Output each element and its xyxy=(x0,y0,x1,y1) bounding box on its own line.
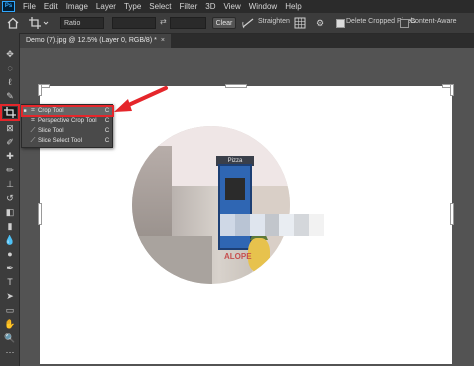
photo-payphone xyxy=(218,164,252,250)
menu-3d[interactable]: 3D xyxy=(201,0,219,13)
gradient-tool-icon[interactable]: ▮ xyxy=(3,221,17,232)
menu-filter[interactable]: Filter xyxy=(176,0,202,13)
crop-handle-left[interactable] xyxy=(38,203,42,225)
annotation-arrow xyxy=(114,86,168,112)
ratio-width-input[interactable] xyxy=(112,17,156,29)
clear-button[interactable]: Clear xyxy=(212,17,236,29)
quick-selection-tool-icon[interactable]: ✎ xyxy=(3,91,17,102)
crop-tool-preset-icon[interactable] xyxy=(28,16,50,30)
slice-select-icon: ⟋ xyxy=(30,137,36,144)
delete-cropped-pixels-checkbox[interactable] xyxy=(336,19,345,28)
crop-handle-top-right-vertical[interactable] xyxy=(450,84,454,96)
menu-type[interactable]: Type xyxy=(120,0,145,13)
menu-edit[interactable]: Edit xyxy=(40,0,62,13)
dodge-tool-icon[interactable]: ● xyxy=(3,249,17,260)
flyout-item-crop-tool[interactable]: ■ ⌗ Crop Tool C xyxy=(21,105,114,117)
menu-bar: Ps File Edit Image Layer Type Select Fil… xyxy=(0,0,474,13)
menu-window[interactable]: Window xyxy=(245,0,281,13)
ratio-select[interactable]: Ratio xyxy=(60,17,104,29)
photo-graffiti: ALOPE xyxy=(224,252,252,261)
perspective-crop-icon: ⌗ xyxy=(31,117,35,124)
flyout-item-slice-select-tool[interactable]: ⟋ Slice Select Tool C xyxy=(22,136,112,146)
rectangle-tool-icon[interactable]: ▭ xyxy=(3,305,17,316)
ratio-height-input[interactable] xyxy=(170,17,206,29)
eraser-tool-icon[interactable]: ◧ xyxy=(3,207,17,218)
home-icon[interactable] xyxy=(6,16,20,30)
options-bar: Ratio ⇄ Clear Straighten ⚙ Delete Croppe… xyxy=(0,13,474,34)
straighten-icon[interactable] xyxy=(242,17,254,29)
content-aware-label[interactable]: Content-Aware xyxy=(410,18,457,25)
blur-tool-icon[interactable]: 💧 xyxy=(3,235,17,246)
content-aware-checkbox[interactable] xyxy=(400,19,409,28)
hand-tool-icon[interactable]: ✋ xyxy=(3,319,17,330)
flyout-item-slice-tool[interactable]: ⟋ Slice Tool C xyxy=(22,126,112,136)
photoshop-logo: Ps xyxy=(2,1,15,12)
document-tab-bar: Demo (7).jpg @ 12.5% (Layer 0, RGB/8) * × xyxy=(20,34,474,48)
crop-tools-flyout: ■ ⌗ Crop Tool C ⌗ Perspective Crop Tool … xyxy=(21,104,114,148)
swap-icon[interactable]: ⇄ xyxy=(160,17,167,26)
straighten-label[interactable]: Straighten xyxy=(258,18,290,25)
document-tab[interactable]: Demo (7).jpg @ 12.5% (Layer 0, RGB/8) * × xyxy=(20,34,171,48)
type-tool-icon[interactable]: T xyxy=(3,277,17,288)
path-selection-tool-icon[interactable]: ➤ xyxy=(3,291,17,302)
clone-stamp-tool-icon[interactable]: ⊥ xyxy=(3,179,17,190)
more-tools-icon[interactable]: ⋯ xyxy=(3,347,17,358)
menu-select[interactable]: Select xyxy=(145,0,175,13)
lasso-tool-icon[interactable]: ℓ xyxy=(3,77,17,88)
document-tab-title: Demo (7).jpg @ 12.5% (Layer 0, RGB/8) * xyxy=(26,37,157,44)
circular-photo: Pizza ALOPE xyxy=(132,126,290,284)
menu-view[interactable]: View xyxy=(220,0,245,13)
crop-handle-right[interactable] xyxy=(450,203,454,225)
move-tool-icon[interactable]: ✥ xyxy=(3,49,17,60)
slice-icon: ⟋ xyxy=(30,127,36,134)
flyout-item-perspective-crop-tool[interactable]: ⌗ Perspective Crop Tool C xyxy=(22,116,112,126)
payphone-screen xyxy=(225,178,245,200)
history-brush-tool-icon[interactable]: ↺ xyxy=(3,193,17,204)
crop-handle-top[interactable] xyxy=(225,84,247,88)
healing-brush-tool-icon[interactable]: ✚ xyxy=(3,151,17,162)
tools-panel: ✥ ◌ ℓ ✎ ⊠ ✐ ✚ ✏ ⊥ ↺ ◧ ▮ 💧 ● ✒ T ➤ ▭ ✋ 🔍 … xyxy=(0,33,20,366)
crop-tool-highlight xyxy=(0,104,20,121)
canvas-area[interactable]: Pizza ALOPE xyxy=(21,48,474,366)
menu-layer[interactable]: Layer xyxy=(92,0,120,13)
photo-street xyxy=(132,236,212,284)
zoom-tool-icon[interactable]: 🔍 xyxy=(3,333,17,344)
menu-image[interactable]: Image xyxy=(62,0,92,13)
gear-icon[interactable]: ⚙ xyxy=(316,17,324,29)
eyedropper-tool-icon[interactable]: ✐ xyxy=(3,137,17,148)
close-icon[interactable]: × xyxy=(161,37,165,44)
brush-tool-icon[interactable]: ✏ xyxy=(3,165,17,176)
pixelated-overlay xyxy=(220,214,325,236)
pen-tool-icon[interactable]: ✒ xyxy=(3,263,17,274)
menu-help[interactable]: Help xyxy=(281,0,305,13)
crop-handle-top-left-vertical[interactable] xyxy=(38,84,42,96)
frame-tool-icon[interactable]: ⊠ xyxy=(3,123,17,134)
menu-file[interactable]: File xyxy=(19,0,40,13)
marquee-tool-icon[interactable]: ◌ xyxy=(3,63,17,74)
overlay-grid-icon[interactable] xyxy=(294,17,306,29)
